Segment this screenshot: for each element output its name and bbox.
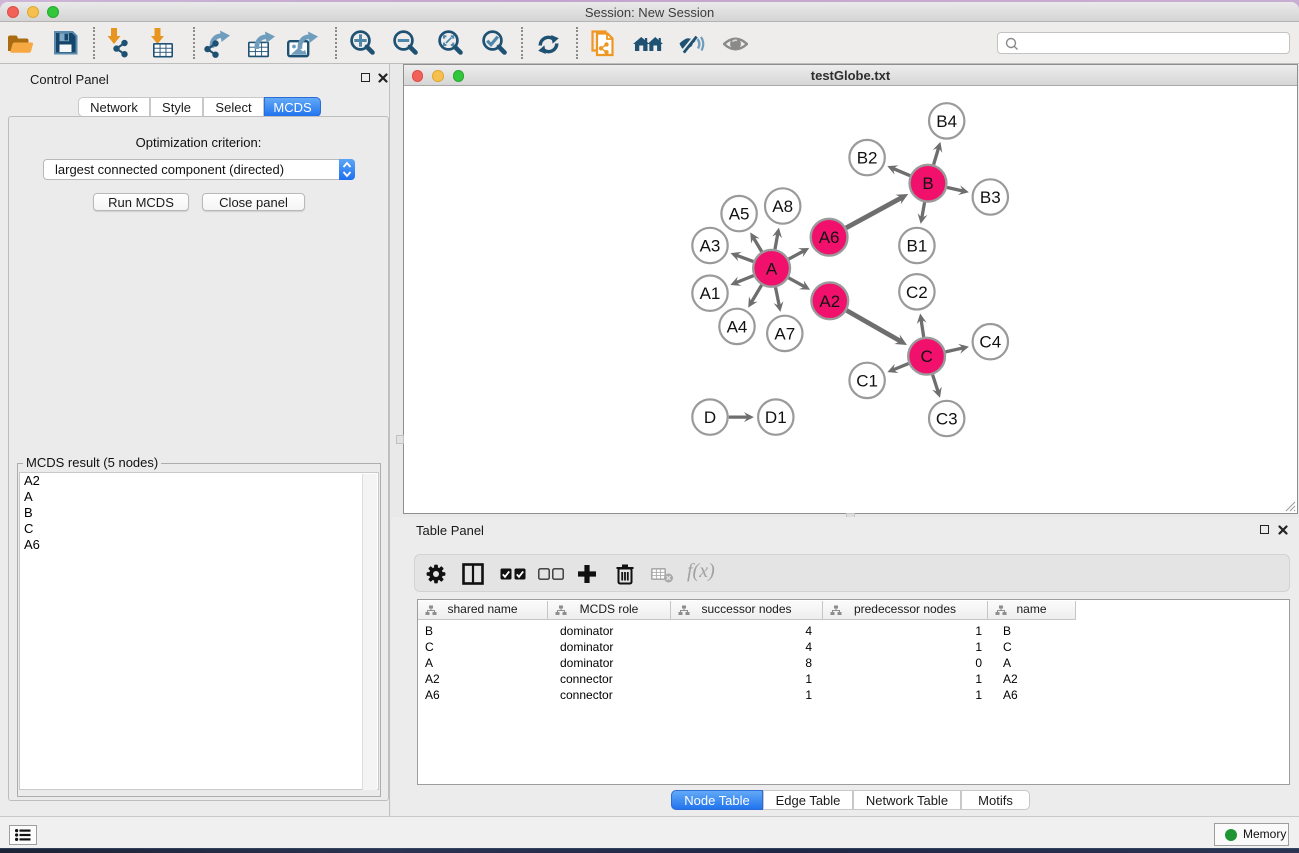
svg-text:C2: C2 xyxy=(906,283,928,302)
svg-text:B4: B4 xyxy=(936,112,957,131)
svg-text:A3: A3 xyxy=(700,237,721,256)
svg-text:C4: C4 xyxy=(979,333,1001,352)
svg-text:A2: A2 xyxy=(819,292,840,311)
svg-text:C3: C3 xyxy=(936,410,958,429)
svg-text:B: B xyxy=(922,174,933,193)
svg-text:D: D xyxy=(704,408,716,427)
svg-text:A8: A8 xyxy=(772,197,793,216)
svg-text:D1: D1 xyxy=(765,408,787,427)
svg-text:A7: A7 xyxy=(774,324,795,343)
svg-text:C1: C1 xyxy=(856,371,878,390)
svg-text:B2: B2 xyxy=(857,149,878,168)
svg-text:A1: A1 xyxy=(700,284,721,303)
svg-text:B1: B1 xyxy=(907,237,928,256)
svg-text:B3: B3 xyxy=(980,188,1001,207)
svg-text:A6: A6 xyxy=(819,228,840,247)
svg-text:A5: A5 xyxy=(729,205,750,224)
svg-text:A4: A4 xyxy=(727,317,748,336)
svg-text:A: A xyxy=(766,259,778,278)
svg-text:C: C xyxy=(920,347,932,366)
